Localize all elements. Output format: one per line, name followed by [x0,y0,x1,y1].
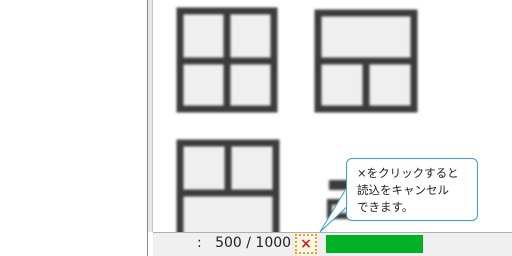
two-top-wide-bottom-layout-icon[interactable] [175,138,281,232]
left-pane [0,0,148,256]
load-progress-bar [326,235,423,253]
tooltip-line-3: できます。 [357,200,414,214]
load-counter: : 500 / 1000 [197,235,292,251]
status-bar: : 500 / 1000 × [153,232,512,256]
four-panel-layout-icon[interactable] [175,6,279,114]
cancel-load-button[interactable]: × [295,234,317,254]
top-wide-two-bottom-layout-icon[interactable] [313,8,419,114]
close-icon: × [300,236,312,252]
tooltip-line-2: 読込をキャンセル [357,183,449,197]
load-progress-fill [326,235,423,253]
tooltip-line-1: ×をクリックすると [357,166,459,180]
cancel-hint-tooltip: ×をクリックすると 読込をキャンセル できます。 [346,158,478,221]
